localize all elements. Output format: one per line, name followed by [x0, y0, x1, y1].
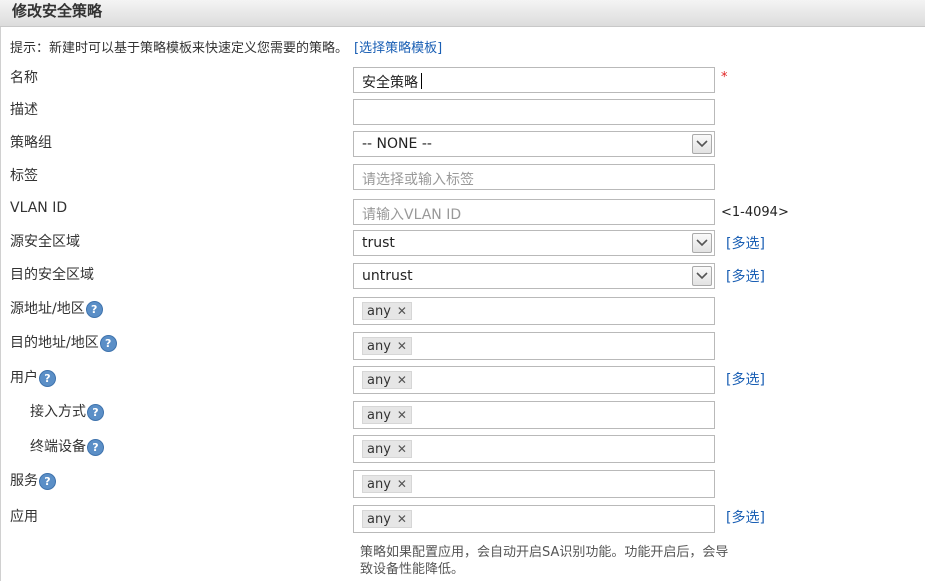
- src-zone-label: 源安全区域: [10, 234, 80, 250]
- tag-text: any: [367, 339, 391, 354]
- remove-tag-icon[interactable]: ✕: [397, 477, 407, 491]
- chevron-down-icon[interactable]: [692, 134, 712, 154]
- dialog-left-border: [0, 27, 1, 581]
- vlan-placeholder: 请输入VLAN ID: [362, 207, 462, 223]
- dst-addr-label: 目的地址/地区?: [10, 332, 117, 352]
- user-input[interactable]: any ✕: [353, 366, 715, 394]
- select-template-link[interactable]: [选择策略模板]: [354, 41, 442, 56]
- application-label: 应用: [10, 509, 38, 525]
- remove-tag-icon[interactable]: ✕: [397, 339, 407, 353]
- tag-text: any: [367, 373, 391, 388]
- tag-text: any: [367, 512, 391, 527]
- dst-zone-select[interactable]: untrust: [353, 263, 715, 289]
- user-multi-link[interactable]: [多选]: [726, 369, 765, 389]
- help-icon[interactable]: ?: [39, 472, 56, 490]
- access-mode-label-text: 接入方式: [30, 404, 86, 420]
- dialog-title-bar: 修改安全策略: [0, 0, 925, 27]
- vlan-input[interactable]: 请输入VLAN ID: [353, 199, 715, 225]
- hint-line: 提示：新建时可以基于策略模板来快速定义您需要的策略。 [选择策略模板]: [10, 37, 442, 56]
- dialog-title: 修改安全策略: [12, 2, 103, 20]
- user-tag: any ✕: [362, 371, 412, 389]
- tag-text: any: [367, 408, 391, 423]
- remove-tag-icon[interactable]: ✕: [397, 408, 407, 422]
- hint-text: 提示：新建时可以基于策略模板来快速定义您需要的策略。: [10, 41, 349, 56]
- dst-addr-label-text: 目的地址/地区: [10, 335, 99, 351]
- access-mode-input[interactable]: any ✕: [353, 401, 715, 429]
- application-tag: any ✕: [362, 510, 412, 528]
- application-input[interactable]: any ✕: [353, 505, 715, 533]
- remove-tag-icon[interactable]: ✕: [397, 373, 407, 387]
- description-label: 描述: [10, 102, 38, 118]
- user-label: 用户?: [10, 367, 56, 387]
- policy-group-select[interactable]: -- NONE --: [353, 131, 715, 157]
- service-label-text: 服务: [10, 473, 38, 489]
- chevron-down-icon[interactable]: [692, 233, 712, 253]
- src-addr-label: 源地址/地区?: [10, 298, 103, 318]
- dst-addr-input[interactable]: any ✕: [353, 332, 715, 360]
- access-mode-label: 接入方式?: [30, 401, 104, 421]
- tag-label: 标签: [10, 168, 38, 184]
- policy-group-label: 策略组: [10, 135, 52, 151]
- src-addr-tag: any ✕: [362, 302, 412, 320]
- help-icon[interactable]: ?: [87, 438, 104, 456]
- required-mark: *: [721, 70, 728, 85]
- help-icon[interactable]: ?: [39, 369, 56, 387]
- application-multi-link[interactable]: [多选]: [726, 507, 765, 527]
- name-input[interactable]: 安全策略: [353, 67, 715, 93]
- user-label-text: 用户: [10, 370, 38, 386]
- src-addr-input[interactable]: any ✕: [353, 297, 715, 325]
- src-zone-value: trust: [362, 235, 395, 251]
- application-note: 策略如果配置应用，会自动开启SA识别功能。功能开启后，会导致设备性能降低。: [360, 545, 729, 577]
- dst-zone-value: untrust: [362, 268, 413, 284]
- help-icon[interactable]: ?: [99, 334, 117, 352]
- service-label: 服务?: [10, 470, 56, 490]
- dst-zone-label: 目的安全区域: [10, 267, 94, 283]
- src-zone-multi-link[interactable]: [多选]: [726, 233, 765, 253]
- tag-text: any: [367, 477, 391, 492]
- terminal-input[interactable]: any ✕: [353, 435, 715, 463]
- text-cursor: [421, 73, 422, 89]
- vlan-label: VLAN ID: [10, 200, 68, 216]
- access-mode-tag: any ✕: [362, 406, 412, 424]
- remove-tag-icon[interactable]: ✕: [397, 512, 407, 526]
- name-label: 名称: [10, 70, 38, 86]
- service-input[interactable]: any ✕: [353, 470, 715, 498]
- terminal-tag: any ✕: [362, 440, 412, 458]
- remove-tag-icon[interactable]: ✕: [397, 304, 407, 318]
- terminal-label: 终端设备?: [30, 436, 104, 456]
- name-value: 安全策略: [362, 75, 418, 91]
- service-tag: any ✕: [362, 475, 412, 493]
- dst-zone-multi-link[interactable]: [多选]: [726, 266, 765, 286]
- src-addr-label-text: 源地址/地区: [10, 301, 85, 317]
- help-icon[interactable]: ?: [87, 403, 104, 421]
- vlan-range: <1-4094>: [721, 205, 789, 220]
- tag-text: any: [367, 304, 391, 319]
- chevron-down-icon[interactable]: [692, 266, 712, 286]
- remove-tag-icon[interactable]: ✕: [397, 442, 407, 456]
- help-icon[interactable]: ?: [85, 300, 103, 318]
- description-input[interactable]: [353, 99, 715, 125]
- tag-text: any: [367, 442, 391, 457]
- tag-placeholder: 请选择或输入标签: [362, 172, 474, 188]
- src-zone-select[interactable]: trust: [353, 230, 715, 256]
- policy-group-value: -- NONE --: [362, 136, 432, 152]
- dst-addr-tag: any ✕: [362, 337, 412, 355]
- terminal-label-text: 终端设备: [30, 439, 86, 455]
- tag-input[interactable]: 请选择或输入标签: [353, 164, 715, 190]
